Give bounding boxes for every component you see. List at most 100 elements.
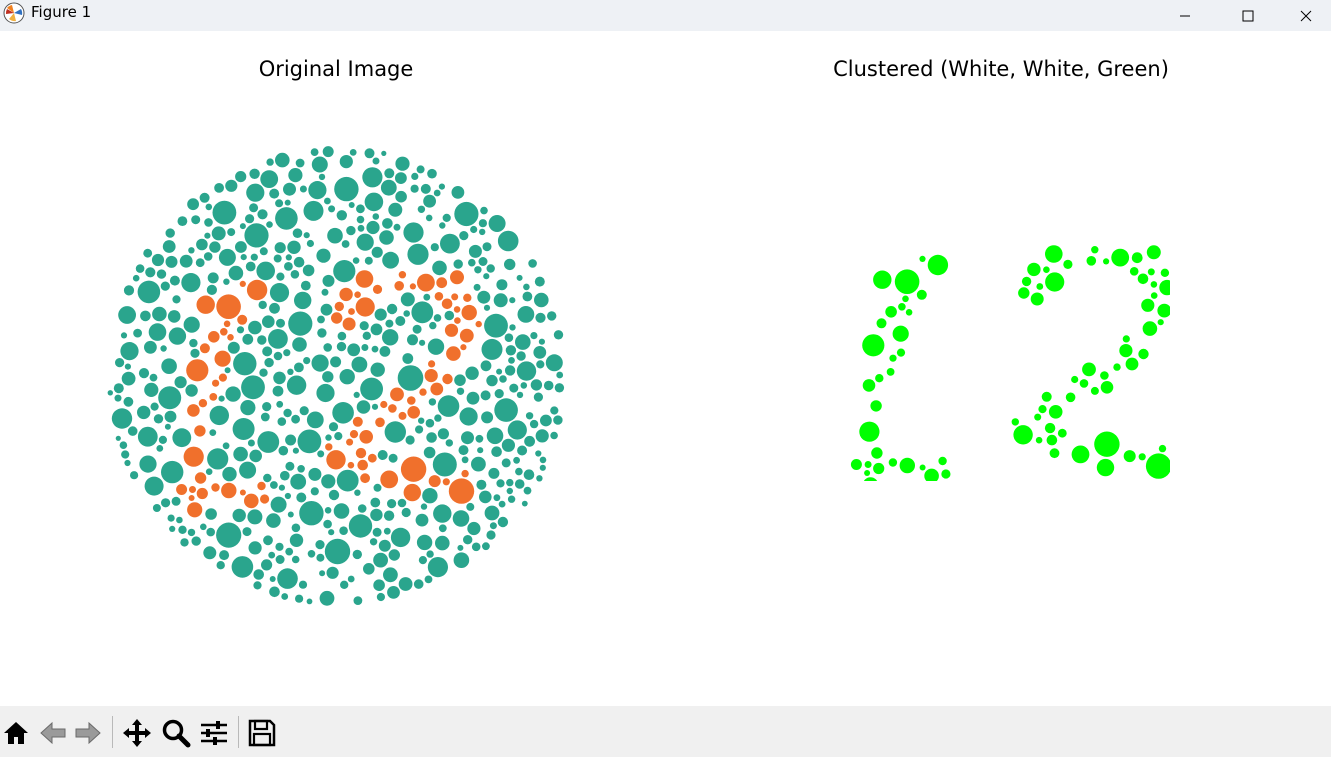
background-dot xyxy=(429,321,437,330)
background-dot xyxy=(285,547,294,556)
background-dot xyxy=(233,352,257,376)
background-dot xyxy=(311,354,329,372)
background-dot xyxy=(224,367,231,374)
background-dot xyxy=(212,200,237,225)
background-dot xyxy=(467,521,481,536)
background-dot xyxy=(248,541,262,555)
background-dot xyxy=(283,349,291,357)
background-dot xyxy=(457,544,464,551)
clustered-dot xyxy=(1122,335,1130,343)
background-dot xyxy=(169,525,176,532)
background-dot xyxy=(543,380,554,391)
digit-dot xyxy=(450,270,464,285)
maximize-button[interactable] xyxy=(1216,0,1280,31)
background-dot xyxy=(245,214,255,224)
clustered-dot xyxy=(1123,450,1136,463)
background-dot xyxy=(288,311,313,336)
background-dot xyxy=(275,199,284,208)
background-dot xyxy=(232,418,255,440)
clustered-dot xyxy=(1113,363,1121,371)
digit-dot xyxy=(212,379,220,387)
clustered-dot xyxy=(1138,348,1149,360)
background-dot xyxy=(403,310,411,317)
background-dot xyxy=(357,504,367,513)
zoom-button[interactable] xyxy=(160,717,192,749)
background-dot xyxy=(420,183,431,194)
background-dot xyxy=(247,439,255,447)
configure-subplots-button[interactable] xyxy=(198,717,230,749)
background-dot xyxy=(422,488,438,504)
background-dot xyxy=(206,284,217,295)
background-dot xyxy=(204,218,213,227)
digit-dot xyxy=(388,404,397,413)
background-dot xyxy=(322,146,334,158)
background-dot xyxy=(412,324,422,334)
background-dot xyxy=(474,266,482,274)
background-dot xyxy=(504,258,516,271)
background-dot xyxy=(356,215,365,224)
background-dot xyxy=(179,254,193,268)
background-dot xyxy=(423,446,436,459)
background-dot xyxy=(223,278,230,285)
background-dot xyxy=(205,468,213,476)
pan-button[interactable] xyxy=(121,717,153,749)
background-dot xyxy=(169,275,180,286)
save-button[interactable] xyxy=(246,717,278,749)
background-dot xyxy=(372,213,380,220)
background-dot xyxy=(292,447,299,454)
background-dot xyxy=(292,337,307,352)
background-dot xyxy=(438,183,445,190)
background-dot xyxy=(402,353,414,364)
background-dot xyxy=(336,341,347,352)
background-dot xyxy=(507,420,527,440)
background-dot xyxy=(324,538,351,565)
background-dot xyxy=(130,471,139,480)
digit-dot xyxy=(260,494,270,504)
clustered-dot xyxy=(1045,245,1063,263)
background-dot xyxy=(437,428,449,440)
background-dot xyxy=(434,414,442,422)
background-dot xyxy=(283,408,292,418)
background-dot xyxy=(534,276,545,287)
background-dot xyxy=(349,149,357,156)
minimize-button[interactable] xyxy=(1153,0,1217,31)
background-dot xyxy=(388,202,403,217)
digit-dot xyxy=(460,344,467,351)
clustered-dot xyxy=(896,348,906,357)
background-dot xyxy=(461,431,474,445)
background-dot xyxy=(418,417,425,424)
background-dot xyxy=(137,405,151,420)
clustered-dot xyxy=(1159,279,1170,296)
background-dot xyxy=(321,474,336,489)
back-button[interactable] xyxy=(37,717,69,749)
background-dot xyxy=(508,357,515,364)
background-dot xyxy=(370,508,383,522)
background-dot xyxy=(545,354,563,372)
figure-canvas[interactable]: Original Image Clustered (White, White, … xyxy=(0,31,1331,706)
background-dot xyxy=(539,464,546,471)
background-dot xyxy=(371,246,383,258)
background-dot xyxy=(466,502,475,511)
background-dot xyxy=(370,362,385,377)
close-button[interactable] xyxy=(1280,0,1331,31)
background-dot xyxy=(206,527,215,537)
forward-button[interactable] xyxy=(72,717,104,749)
background-dot xyxy=(321,288,329,296)
digit-dot xyxy=(359,430,374,444)
background-dot xyxy=(509,383,519,393)
background-dot xyxy=(236,326,245,334)
background-dot xyxy=(137,280,161,304)
background-dot xyxy=(291,523,301,533)
background-dot xyxy=(417,205,426,213)
background-dot xyxy=(185,384,198,397)
clustered-dot xyxy=(850,459,862,470)
background-dot xyxy=(144,382,159,397)
background-dot xyxy=(124,363,131,370)
background-dot xyxy=(187,198,199,211)
background-dot xyxy=(364,192,384,212)
background-dot xyxy=(483,304,491,311)
original-image-plate xyxy=(107,146,565,606)
clustered-dot xyxy=(886,368,895,376)
home-button[interactable] xyxy=(0,717,32,749)
background-dot xyxy=(256,261,275,281)
